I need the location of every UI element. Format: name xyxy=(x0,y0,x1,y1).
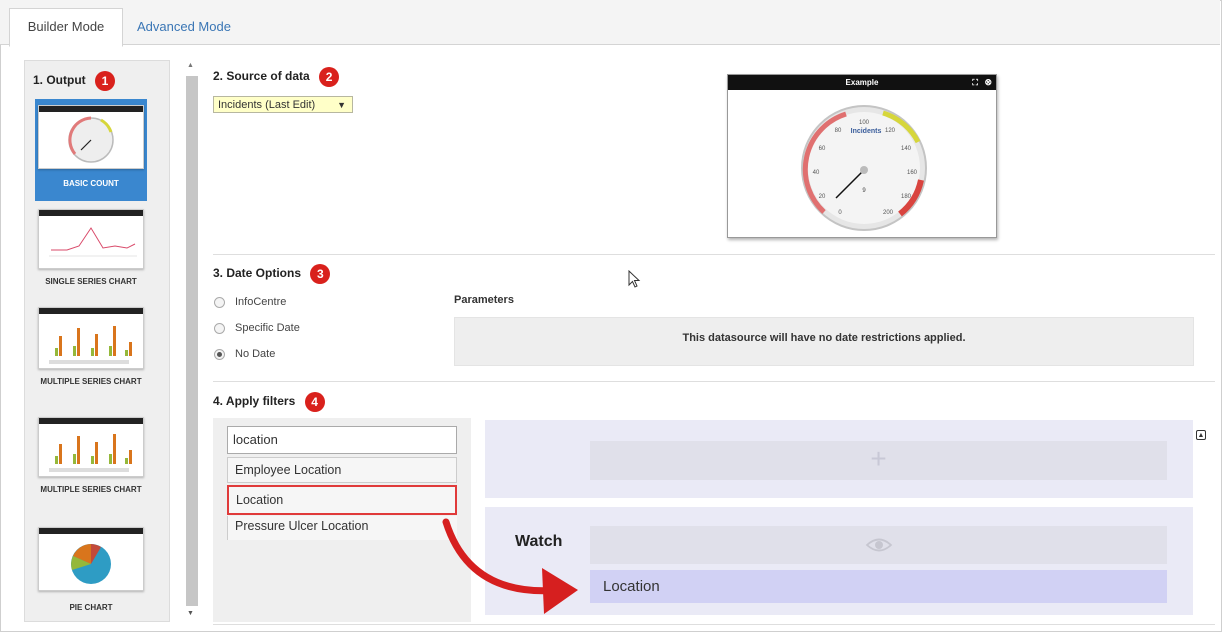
step-badge: 3 xyxy=(310,264,331,284)
dropdown-arrow-icon: ▼ xyxy=(337,100,346,110)
close-icon[interactable]: ⊗ xyxy=(984,75,992,90)
eye-icon xyxy=(865,538,892,552)
expand-icon[interactable]: ⛶ xyxy=(972,75,978,90)
output-item-label: SINGLE SERIES CHART xyxy=(45,277,137,286)
radio-no-date[interactable]: No Date xyxy=(214,348,275,360)
gauge-tick: 60 xyxy=(819,146,826,152)
parameters-message: This datasource will have no date restri… xyxy=(682,332,966,344)
divider xyxy=(213,624,1215,625)
example-title: Example xyxy=(845,78,879,87)
output-item-label: MULTIPLE SERIES CHART xyxy=(40,377,142,386)
output-panel: 1. Output 1 BASIC COUNT SINGLE SERIES CH… xyxy=(24,60,170,622)
watch-item-location[interactable]: Location xyxy=(590,570,1167,603)
suggestion-label: Location xyxy=(236,493,284,507)
radio-label: No Date xyxy=(235,348,276,360)
step-badge: 1 xyxy=(95,71,116,91)
date-title: 3. Date Options xyxy=(213,266,302,281)
output-item-multiple-series[interactable]: MULTIPLE SERIES CHART xyxy=(35,307,147,387)
radio-button[interactable] xyxy=(214,322,225,334)
scroll-up-icon[interactable]: ▲ xyxy=(187,62,194,69)
watch-item-label: Location xyxy=(603,578,660,595)
scroll-down-icon[interactable]: ▼ xyxy=(187,610,194,617)
filters-title: 4. Apply filters xyxy=(213,394,296,409)
basic-count-thumbnail xyxy=(38,105,144,169)
example-header: Example ⛶ ⊗ xyxy=(728,75,996,90)
gauge-tick: 40 xyxy=(813,170,820,176)
radio-button[interactable] xyxy=(214,296,225,308)
radio-label: InfoCentre xyxy=(235,296,287,308)
radio-button-selected[interactable] xyxy=(214,348,225,360)
single-series-thumbnail xyxy=(38,209,144,269)
suggestion-item[interactable]: Employee Location xyxy=(227,457,457,483)
step-badge: 4 xyxy=(304,392,325,412)
plus-icon: + xyxy=(870,443,887,474)
divider xyxy=(213,381,1215,382)
tab-advanced-mode[interactable]: Advanced Mode xyxy=(137,9,231,45)
suggestion-item[interactable]: Pressure Ulcer Location xyxy=(227,516,457,540)
gauge-chart: Incidents 9 0 20 40 60 80 100 120 140 16… xyxy=(801,105,927,231)
gauge-tick: 80 xyxy=(835,128,842,134)
parameters-box: This datasource will have no date restri… xyxy=(454,317,1194,366)
source-dropdown-value: Incidents (Last Edit) xyxy=(218,99,316,111)
output-item-label: MULTIPLE SERIES CHART xyxy=(40,485,142,494)
filters-header: 4. Apply filters 4 xyxy=(213,392,325,412)
gauge-tick: 140 xyxy=(901,146,912,152)
output-item-single-series[interactable]: SINGLE SERIES CHART xyxy=(35,209,147,286)
output-item-multiple-series-2[interactable]: MULTIPLE SERIES CHART xyxy=(35,417,147,495)
scrollbar-thumb[interactable] xyxy=(186,76,198,606)
parameters-label: Parameters xyxy=(454,294,514,306)
add-filter-button[interactable]: + xyxy=(590,441,1167,480)
suggestion-label: Employee Location xyxy=(235,463,342,477)
suggestion-label: Pressure Ulcer Location xyxy=(235,519,369,533)
multiple-series-thumbnail xyxy=(38,307,144,369)
gauge-label: Incidents xyxy=(851,128,882,135)
collapse-icon[interactable]: ▲ xyxy=(1196,430,1206,440)
output-item-label: BASIC COUNT xyxy=(63,179,119,188)
multiple-series-thumbnail xyxy=(38,417,144,477)
example-preview: Example ⛶ ⊗ Incidents 9 0 20 40 60 80 10… xyxy=(727,74,997,238)
output-title: 1. Output xyxy=(33,73,86,88)
source-dropdown[interactable]: Incidents (Last Edit) ▼ xyxy=(213,96,353,113)
drag-arrow-icon xyxy=(442,518,578,614)
divider xyxy=(213,254,1215,255)
output-item-label: PIE CHART xyxy=(69,603,113,612)
mouse-cursor-icon xyxy=(628,270,641,288)
output-header: 1. Output 1 xyxy=(33,71,116,91)
radio-label: Specific Date xyxy=(235,322,300,334)
radio-infocentre[interactable]: InfoCentre xyxy=(214,296,286,308)
gauge-tick: 100 xyxy=(859,120,870,126)
tab-builder-mode[interactable]: Builder Mode xyxy=(9,8,123,47)
filter-search-value: location xyxy=(233,432,278,447)
gauge-tick: 120 xyxy=(885,128,896,134)
radio-specific-date[interactable]: Specific Date xyxy=(214,322,300,334)
output-item-basic-count[interactable]: BASIC COUNT xyxy=(35,99,147,201)
watch-add-slot[interactable] xyxy=(590,526,1167,564)
gauge-tick: 200 xyxy=(883,210,894,216)
filter-search-input[interactable]: location xyxy=(227,426,457,454)
pie-chart-thumbnail xyxy=(38,527,144,591)
tab-bar: Builder Mode Advanced Mode xyxy=(0,0,1220,47)
gauge-tick: 180 xyxy=(901,194,912,200)
gauge-tick: 20 xyxy=(819,194,826,200)
step-badge: 2 xyxy=(319,67,340,87)
suggestion-item-selected[interactable]: Location xyxy=(227,485,457,515)
gauge-tick: 160 xyxy=(907,170,918,176)
output-item-pie-chart[interactable]: PIE CHART xyxy=(35,527,147,612)
output-scrollbar[interactable]: ▲ ▼ xyxy=(184,62,198,620)
source-title: 2. Source of data xyxy=(213,69,310,84)
source-header: 2. Source of data 2 xyxy=(213,67,340,87)
date-header: 3. Date Options 3 xyxy=(213,264,331,284)
